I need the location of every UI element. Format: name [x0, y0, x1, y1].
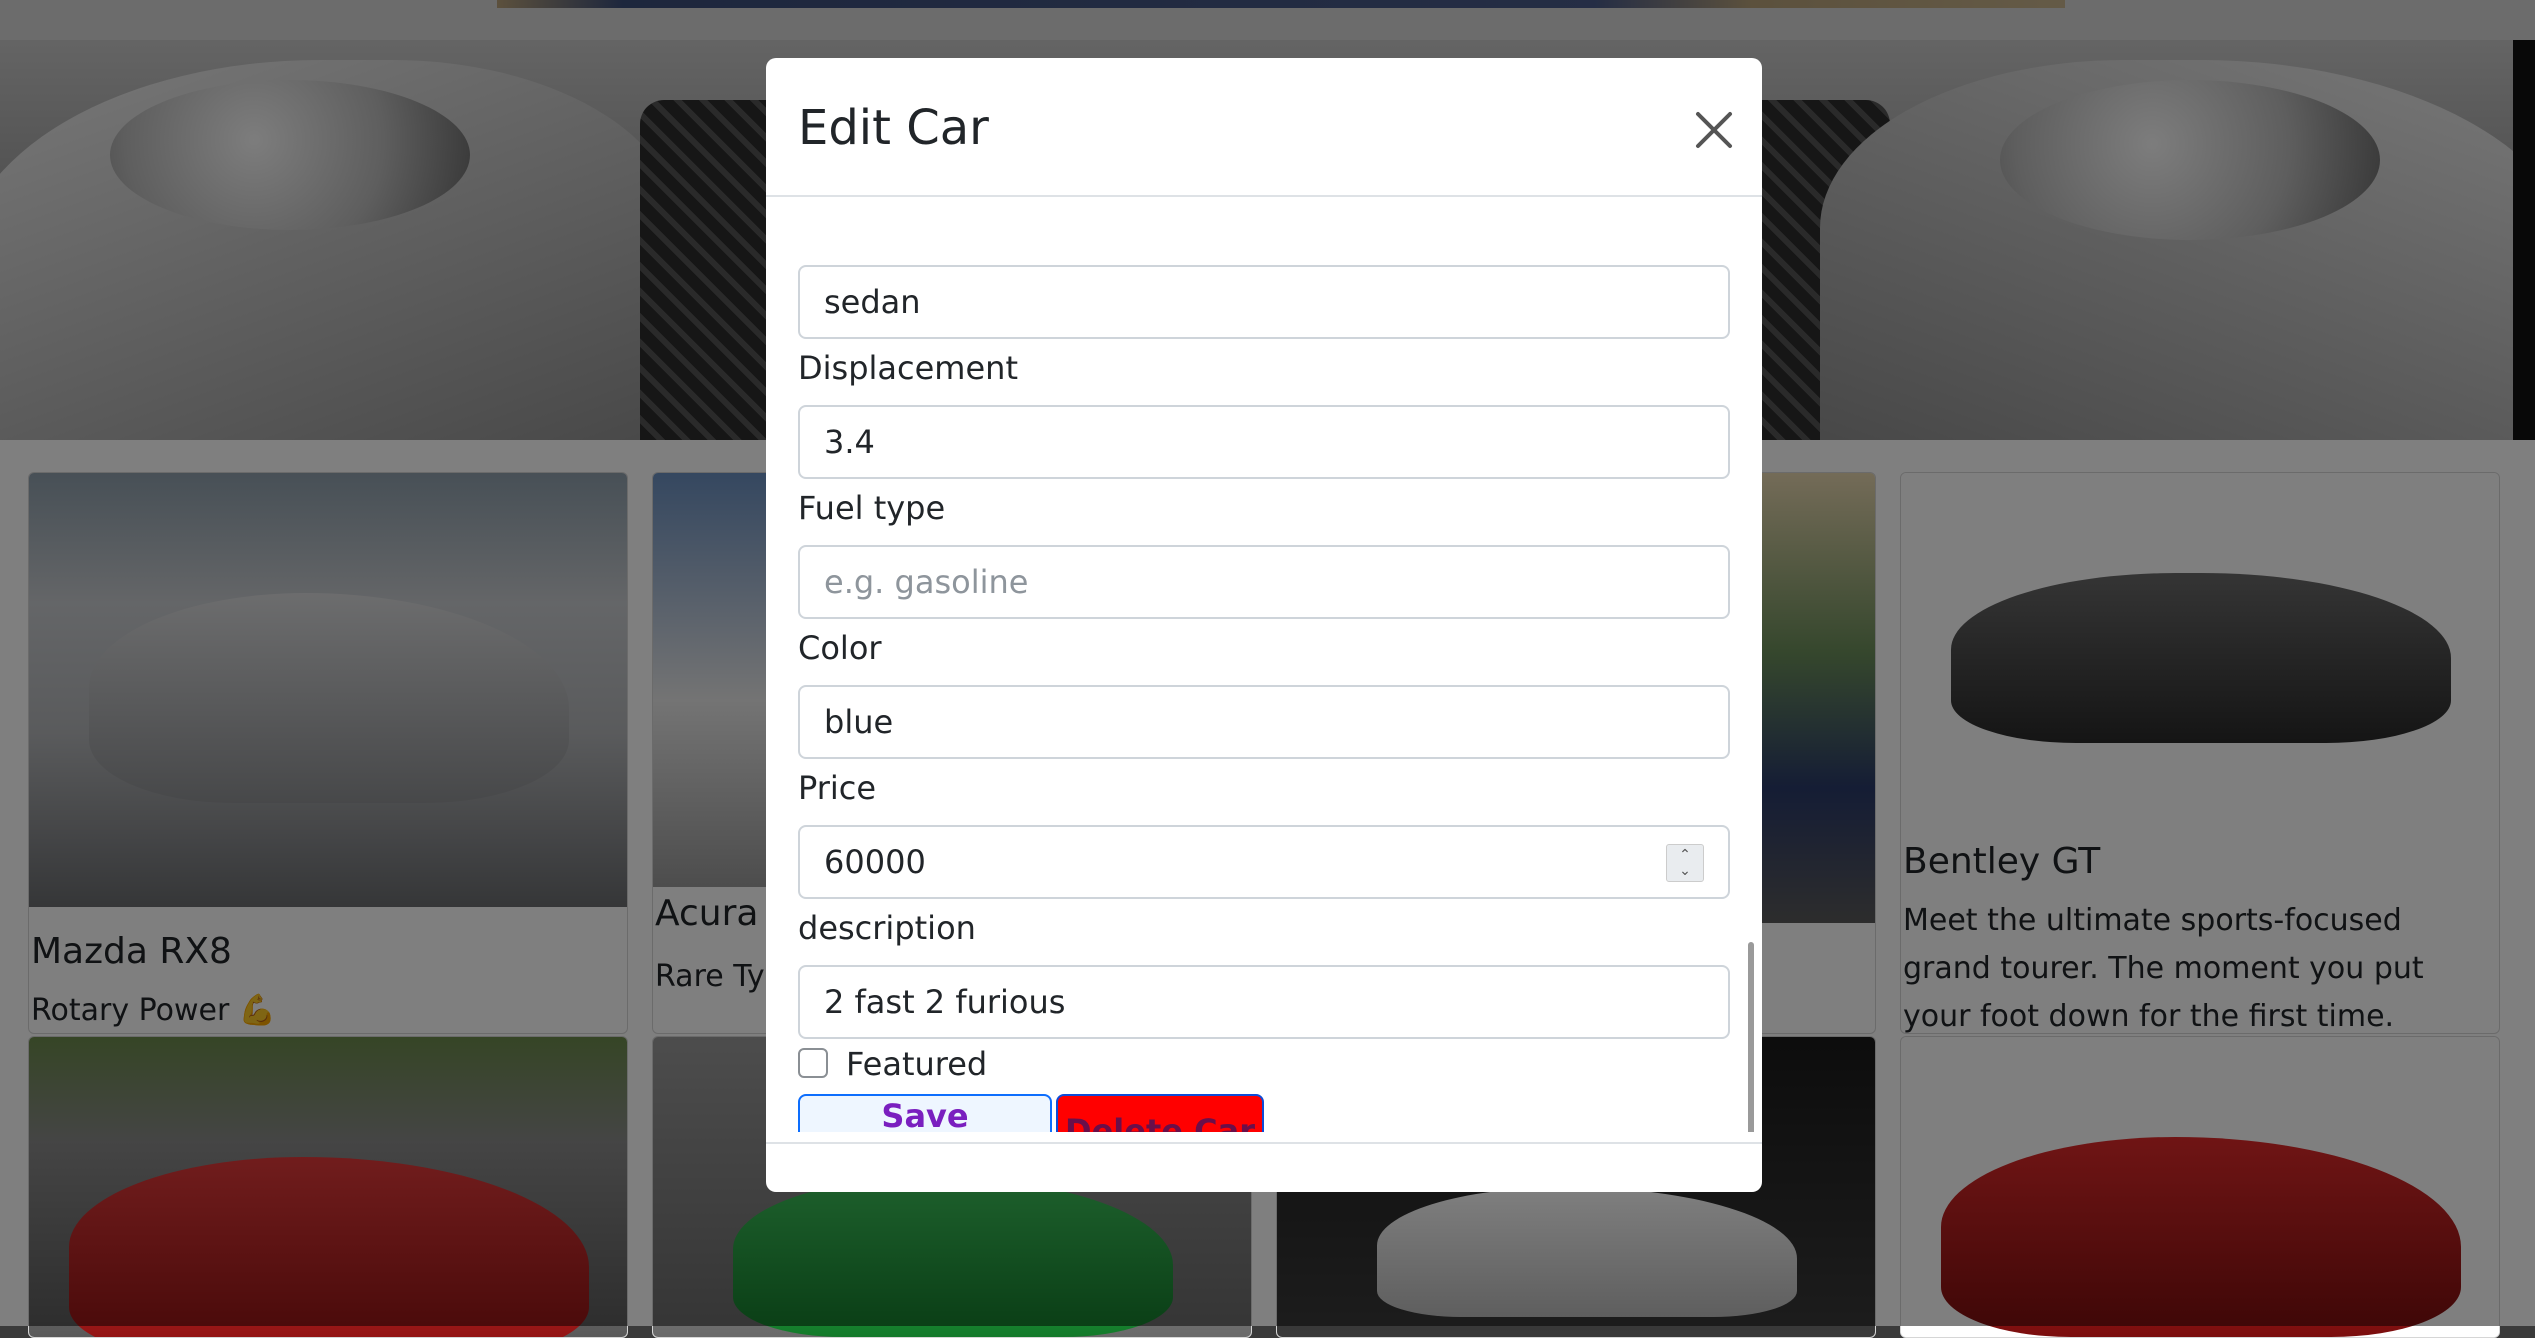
type-input[interactable] [798, 265, 1730, 339]
modal-header: Edit Car [766, 58, 1762, 197]
save-changes-button[interactable]: Save Changes [798, 1094, 1052, 1132]
color-input[interactable] [798, 685, 1730, 759]
fuel-type-input[interactable] [798, 545, 1730, 619]
featured-label[interactable]: Featured [846, 1045, 987, 1083]
modal-body: Displacement Fuel type Color Price ⌃ ⌄ d… [766, 197, 1762, 1132]
displacement-input[interactable] [798, 405, 1730, 479]
description-input[interactable] [798, 965, 1730, 1039]
chevron-up-icon[interactable]: ⌃ [1667, 847, 1703, 863]
price-label: Price [798, 769, 877, 807]
modal-footer-divider [766, 1142, 1762, 1144]
color-label: Color [798, 629, 882, 667]
modal-title: Edit Car [798, 100, 989, 156]
edit-car-modal: Edit Car Displacement Fuel type Color Pr… [766, 58, 1762, 1192]
modal-scrollbar[interactable] [1748, 942, 1754, 1132]
chevron-down-icon[interactable]: ⌄ [1667, 863, 1703, 879]
delete-car-button[interactable]: Delete Car [1056, 1094, 1264, 1132]
fuel-type-label: Fuel type [798, 489, 946, 527]
price-input[interactable] [798, 825, 1730, 899]
close-button[interactable] [1686, 102, 1742, 158]
description-label: description [798, 909, 976, 947]
displacement-label: Displacement [798, 349, 1018, 387]
price-stepper[interactable]: ⌃ ⌄ [1666, 844, 1704, 882]
close-icon [1696, 112, 1732, 148]
featured-checkbox[interactable] [798, 1048, 828, 1078]
